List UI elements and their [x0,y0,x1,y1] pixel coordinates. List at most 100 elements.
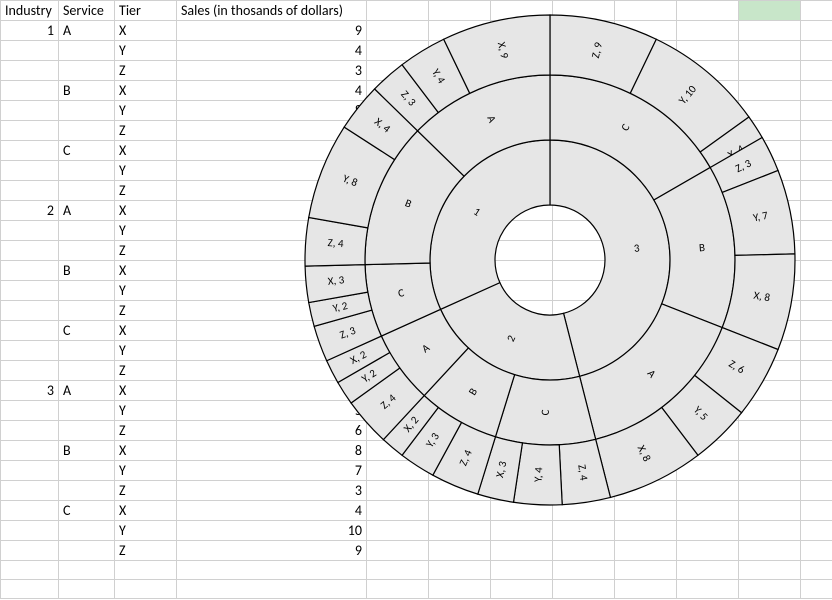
cell-service[interactable] [59,341,115,361]
cell[interactable] [677,580,739,599]
cell-industry[interactable] [1,341,59,361]
cell-industry[interactable] [1,521,59,541]
cell-tier[interactable]: Z [115,361,177,381]
cell-industry[interactable] [1,181,59,201]
cell[interactable] [801,261,832,281]
cell[interactable] [367,580,429,599]
cell[interactable] [677,521,739,541]
cell-tier[interactable]: X [115,21,177,41]
cell-service[interactable] [59,101,115,121]
cell-tier[interactable]: Z [115,121,177,141]
cell-tier[interactable]: Z [115,481,177,501]
cell[interactable] [115,580,177,599]
cell[interactable] [801,241,832,261]
cell-sales[interactable]: 10 [177,521,367,541]
cell[interactable] [429,580,491,599]
cell[interactable] [553,561,615,580]
cell[interactable] [801,161,832,181]
cell[interactable] [677,561,739,580]
cell-tier[interactable]: Y [115,521,177,541]
cell-industry[interactable] [1,61,59,81]
cell-service[interactable]: A [59,21,115,41]
cell-service[interactable] [59,121,115,141]
cell-industry[interactable] [1,321,59,341]
cell[interactable] [801,541,832,561]
cell-service[interactable]: C [59,501,115,521]
cell-service[interactable] [59,541,115,561]
cell-industry[interactable] [1,241,59,261]
cell-tier[interactable]: Y [115,341,177,361]
cell-service[interactable] [59,241,115,261]
cell-tier[interactable]: X [115,81,177,101]
cell-service[interactable] [59,181,115,201]
cell-tier[interactable]: Z [115,541,177,561]
cell-tier[interactable]: Z [115,61,177,81]
cell[interactable] [801,501,832,521]
cell-industry[interactable]: 1 [1,21,59,41]
cell[interactable] [801,181,832,201]
cell[interactable] [801,421,832,441]
cell-industry[interactable] [1,401,59,421]
cell[interactable] [801,41,832,61]
cell-industry[interactable] [1,301,59,321]
cell[interactable] [739,561,801,580]
cell-service[interactable] [59,221,115,241]
cell-service[interactable] [59,521,115,541]
cell[interactable] [367,561,429,580]
cell-service[interactable]: A [59,201,115,221]
cell[interactable] [801,401,832,421]
cell-tier[interactable]: Y [115,101,177,121]
cell-tier[interactable]: X [115,501,177,521]
cell-service[interactable]: C [59,141,115,161]
cell-industry[interactable] [1,421,59,441]
cell-industry[interactable] [1,101,59,121]
cell[interactable] [739,541,801,561]
cell[interactable] [801,561,832,580]
cell[interactable] [429,561,491,580]
cell[interactable] [177,580,367,599]
cell-tier[interactable]: X [115,381,177,401]
cell[interactable] [615,521,677,541]
cell[interactable] [739,521,801,541]
cell-service[interactable] [59,401,115,421]
cell[interactable] [801,281,832,301]
cell-tier[interactable]: X [115,261,177,281]
cell[interactable] [801,301,832,321]
cell-service[interactable] [59,301,115,321]
cell[interactable] [553,580,615,599]
cell-tier[interactable]: Y [115,221,177,241]
cell[interactable] [801,61,832,81]
cell[interactable] [491,521,553,541]
cell[interactable] [801,580,832,599]
cell[interactable] [801,101,832,121]
cell[interactable] [801,521,832,541]
cell[interactable] [59,580,115,599]
cell-industry[interactable] [1,121,59,141]
cell-industry[interactable] [1,281,59,301]
cell[interactable] [1,561,59,580]
cell-industry[interactable] [1,361,59,381]
cell-service[interactable] [59,61,115,81]
cell-service[interactable] [59,361,115,381]
cell[interactable] [615,541,677,561]
cell[interactable] [615,561,677,580]
cell-tier[interactable]: Z [115,301,177,321]
header-tier[interactable]: Tier [115,1,177,21]
cell-industry[interactable] [1,461,59,481]
cell-service[interactable] [59,281,115,301]
cell-tier[interactable]: X [115,201,177,221]
cell[interactable] [801,141,832,161]
cell[interactable] [801,121,832,141]
cell[interactable] [801,341,832,361]
header-service[interactable]: Service [59,1,115,21]
cell[interactable] [801,441,832,461]
cell[interactable] [677,541,739,561]
cell[interactable] [429,521,491,541]
cell-tier[interactable]: Y [115,401,177,421]
cell-tier[interactable]: Z [115,241,177,261]
cell[interactable] [491,580,553,599]
cell-tier[interactable]: Z [115,181,177,201]
cell-tier[interactable]: Y [115,41,177,61]
cell-industry[interactable] [1,221,59,241]
cell[interactable] [491,561,553,580]
